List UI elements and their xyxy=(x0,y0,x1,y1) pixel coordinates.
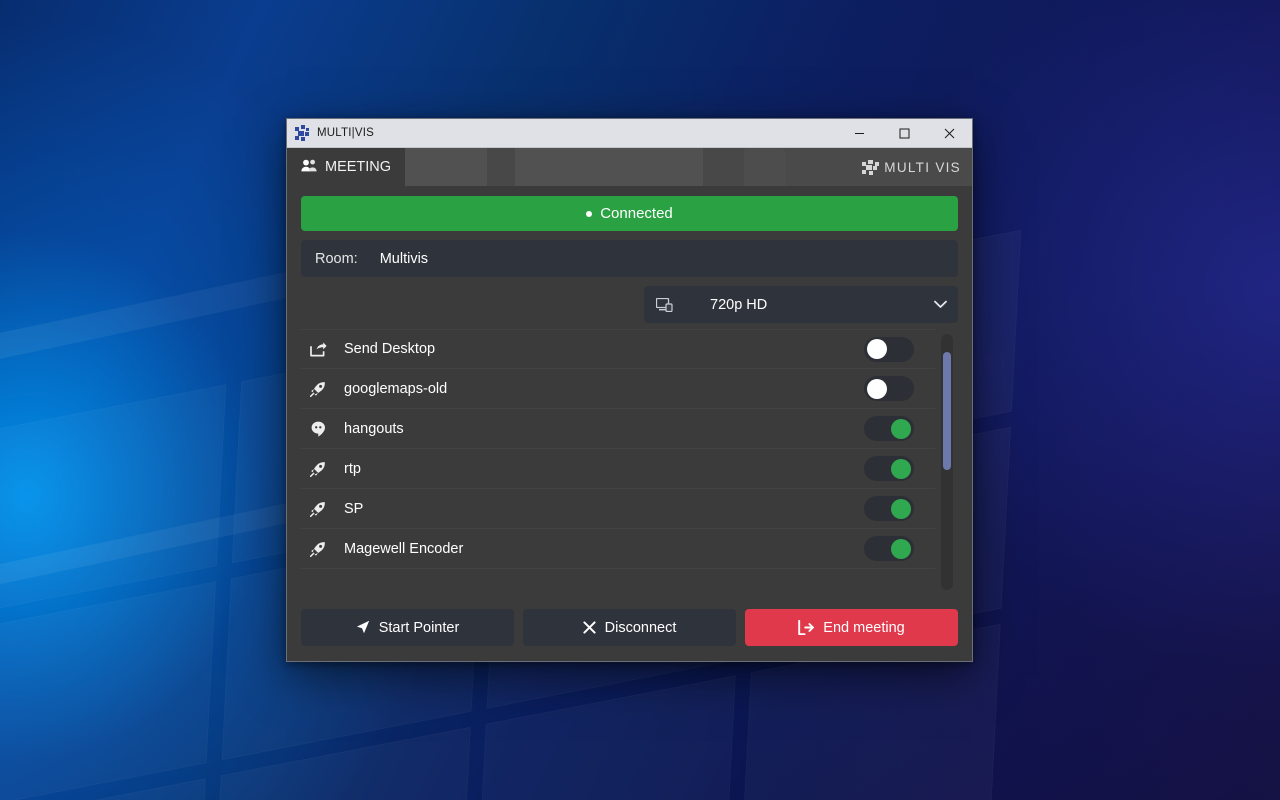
status-label: Connected xyxy=(600,205,673,222)
list-item[interactable]: Magewell Encoder xyxy=(301,529,935,569)
rocket-icon xyxy=(305,461,331,477)
list-item-label: Magewell Encoder xyxy=(344,540,464,557)
brand-text: MULTI VIS xyxy=(884,159,961,175)
quality-value: 720p HD xyxy=(710,296,768,313)
disconnect-label: Disconnect xyxy=(604,619,677,636)
cursor-arrow-icon xyxy=(356,620,370,635)
status-dot-icon xyxy=(586,210,593,217)
room-label: Room: xyxy=(315,250,358,267)
multivis-mark-icon xyxy=(862,159,880,175)
multivis-logo-icon xyxy=(294,125,310,141)
minimize-button[interactable] xyxy=(837,119,882,147)
start-pointer-button[interactable]: Start Pointer xyxy=(301,609,514,646)
source-toggle[interactable] xyxy=(864,496,914,521)
source-toggle[interactable] xyxy=(864,336,914,362)
close-x-icon xyxy=(583,621,596,634)
source-toggle[interactable] xyxy=(864,416,914,441)
list-item-label: googlemaps-old xyxy=(344,380,448,397)
application-window: MULTI|VIS MEETING MULTI VIS Connected Ro… xyxy=(286,118,973,662)
tab-placeholder-5[interactable] xyxy=(744,148,787,186)
window-content: Connected Room: Multivis 720p HD Send De… xyxy=(287,186,972,661)
tab-placeholder-3[interactable] xyxy=(515,148,704,186)
list-item[interactable]: rtp xyxy=(301,449,935,489)
room-value: Multivis xyxy=(379,250,429,267)
list-item[interactable]: Send Desktop xyxy=(301,329,935,369)
tab-placeholder-1[interactable] xyxy=(405,148,488,186)
sign-out-icon xyxy=(798,620,815,635)
list-item-label: Send Desktop xyxy=(344,341,436,357)
tab-placeholder-4[interactable] xyxy=(703,148,745,186)
rocket-icon xyxy=(305,541,331,557)
disconnect-button[interactable]: Disconnect xyxy=(523,609,736,646)
close-button[interactable] xyxy=(927,119,972,147)
list-item[interactable]: hangouts xyxy=(301,409,935,449)
users-icon xyxy=(301,159,318,176)
display-icon xyxy=(656,297,673,312)
room-field[interactable]: Room: Multivis xyxy=(301,240,958,277)
footer-actions: Start Pointer Disconnect End meeting xyxy=(301,599,958,661)
source-toggle[interactable] xyxy=(864,456,914,481)
maximize-button[interactable] xyxy=(882,119,927,147)
scrollbar-thumb[interactable] xyxy=(943,352,951,470)
list-item-label: hangouts xyxy=(344,420,404,437)
title-bar[interactable]: MULTI|VIS xyxy=(287,119,972,148)
end-meeting-label: End meeting xyxy=(823,619,905,636)
source-list: Send Desktop googlemaps-old hangouts rtp… xyxy=(301,329,937,599)
list-item[interactable]: googlemaps-old xyxy=(301,369,935,409)
source-toggle[interactable] xyxy=(864,376,914,401)
tab-strip: MEETING MULTI VIS xyxy=(287,148,972,186)
tab-strip-spacer xyxy=(786,148,853,186)
rocket-icon xyxy=(305,501,331,517)
desktop-background: MULTI|VIS MEETING MULTI VIS Connected Ro… xyxy=(0,0,1280,800)
list-item[interactable]: SP xyxy=(301,489,935,529)
list-item-label: rtp xyxy=(344,460,361,477)
connection-status-banner: Connected xyxy=(301,196,958,231)
rocket-icon xyxy=(305,381,331,397)
source-toggle[interactable] xyxy=(864,536,914,561)
end-meeting-button[interactable]: End meeting xyxy=(745,609,958,646)
tab-meeting[interactable]: MEETING xyxy=(287,148,406,186)
title-bar-left: MULTI|VIS xyxy=(287,125,837,141)
quality-row: 720p HD xyxy=(301,286,958,323)
source-list-scrollbar[interactable] xyxy=(941,334,953,590)
window-title: MULTI|VIS xyxy=(317,127,374,139)
quality-select[interactable]: 720p HD xyxy=(644,286,958,323)
list-item-label: SP xyxy=(344,500,364,517)
tab-meeting-label: MEETING xyxy=(325,159,392,175)
source-list-wrap: Send Desktop googlemaps-old hangouts rtp… xyxy=(301,329,958,599)
chevron-down-icon[interactable] xyxy=(934,300,947,309)
chat-bubble-icon xyxy=(305,421,331,437)
share-screen-icon xyxy=(305,341,331,357)
brand-logo: MULTI VIS xyxy=(852,148,972,186)
tab-placeholder-2[interactable] xyxy=(487,148,516,186)
start-pointer-label: Start Pointer xyxy=(378,619,460,636)
